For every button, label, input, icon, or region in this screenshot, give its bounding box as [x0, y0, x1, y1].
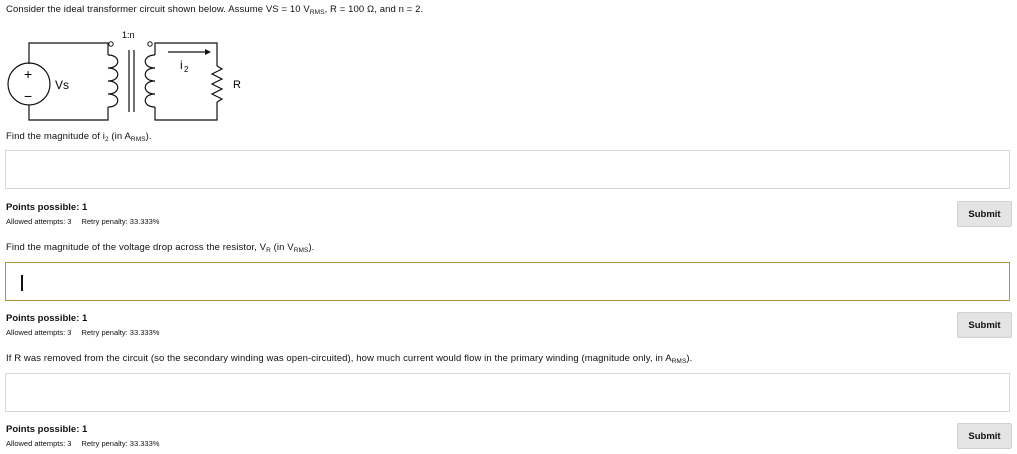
resistor-label: R — [233, 79, 241, 91]
submit-button-1[interactable]: Submit — [957, 201, 1012, 227]
question-3-prompt: If R was removed from the circuit (so th… — [6, 353, 692, 365]
answer-input-1[interactable] — [5, 150, 1010, 189]
current-label: i — [180, 58, 183, 72]
primary-wire-top — [28, 42, 109, 64]
question-2-prompt: Find the magnitude of the voltage drop a… — [6, 242, 314, 254]
resistor-symbol — [210, 65, 224, 103]
intro-values: , R = 100 Ω, and n = 2. — [324, 4, 424, 15]
prompt-text: ). — [686, 353, 693, 364]
submit-button-2[interactable]: Submit — [957, 312, 1012, 338]
primary-polarity-dot — [108, 41, 114, 47]
transformer-circuit-diagram: 1:n + − Vs i 2 R — [7, 30, 241, 121]
source-label: Vs — [55, 78, 69, 92]
turns-ratio-label: 1:n — [122, 30, 135, 40]
secondary-polarity-dot — [147, 41, 153, 47]
source-plus-sign: + — [24, 66, 32, 82]
prompt-subscript: RMS — [130, 136, 146, 143]
current-arrowhead — [205, 49, 211, 55]
allowed-attempts: Allowed attempts: 3 — [6, 439, 72, 448]
current-subscript: 2 — [184, 65, 189, 74]
retry-penalty: Retry penalty: 33.333% — [81, 328, 160, 337]
prompt-text: Find the magnitude of the voltage drop a… — [6, 242, 267, 253]
question-1-prompt: Find the magnitude of i2 (in ARMS). — [6, 131, 152, 143]
allowed-attempts: Allowed attempts: 3 — [6, 217, 72, 226]
intro-subscript: RMS — [309, 9, 325, 16]
answer-input-2[interactable] — [5, 262, 1010, 301]
points-possible: Points possible: 1 — [6, 313, 88, 324]
prompt-text: (in V — [270, 242, 294, 253]
retry-penalty: Retry penalty: 33.333% — [81, 439, 160, 448]
attempt-info: Allowed attempts: 3 Retry penalty: 33.333… — [6, 217, 169, 226]
prompt-text: If R was removed from the circuit (so th… — [6, 353, 672, 364]
source-minus-sign: − — [24, 88, 32, 104]
attempt-info: Allowed attempts: 3 Retry penalty: 33.333… — [6, 439, 169, 448]
primary-wire-bottom — [28, 105, 109, 121]
intro-text: Consider the ideal transformer circuit s… — [6, 4, 310, 15]
secondary-wire-bottom — [154, 102, 218, 121]
submit-button-3[interactable]: Submit — [957, 423, 1012, 449]
points-possible: Points possible: 1 — [6, 202, 88, 213]
prompt-text: Find the magnitude of i — [6, 131, 105, 142]
prompt-text: (in A — [108, 131, 131, 142]
text-caret — [21, 275, 23, 291]
prompt-text: ). — [308, 242, 315, 253]
prompt-text: ). — [145, 131, 152, 142]
retry-penalty: Retry penalty: 33.333% — [81, 217, 160, 226]
attempt-info: Allowed attempts: 3 Retry penalty: 33.333… — [6, 328, 169, 337]
answer-input-3[interactable] — [5, 373, 1010, 412]
prompt-subscript: RMS — [671, 358, 687, 365]
secondary-coil — [144, 54, 156, 108]
points-possible: Points possible: 1 — [6, 424, 88, 435]
prompt-subscript: RMS — [293, 247, 309, 254]
allowed-attempts: Allowed attempts: 3 — [6, 328, 72, 337]
secondary-wire-top — [154, 42, 218, 66]
question-intro: Consider the ideal transformer circuit s… — [6, 4, 423, 16]
primary-coil — [107, 54, 119, 108]
